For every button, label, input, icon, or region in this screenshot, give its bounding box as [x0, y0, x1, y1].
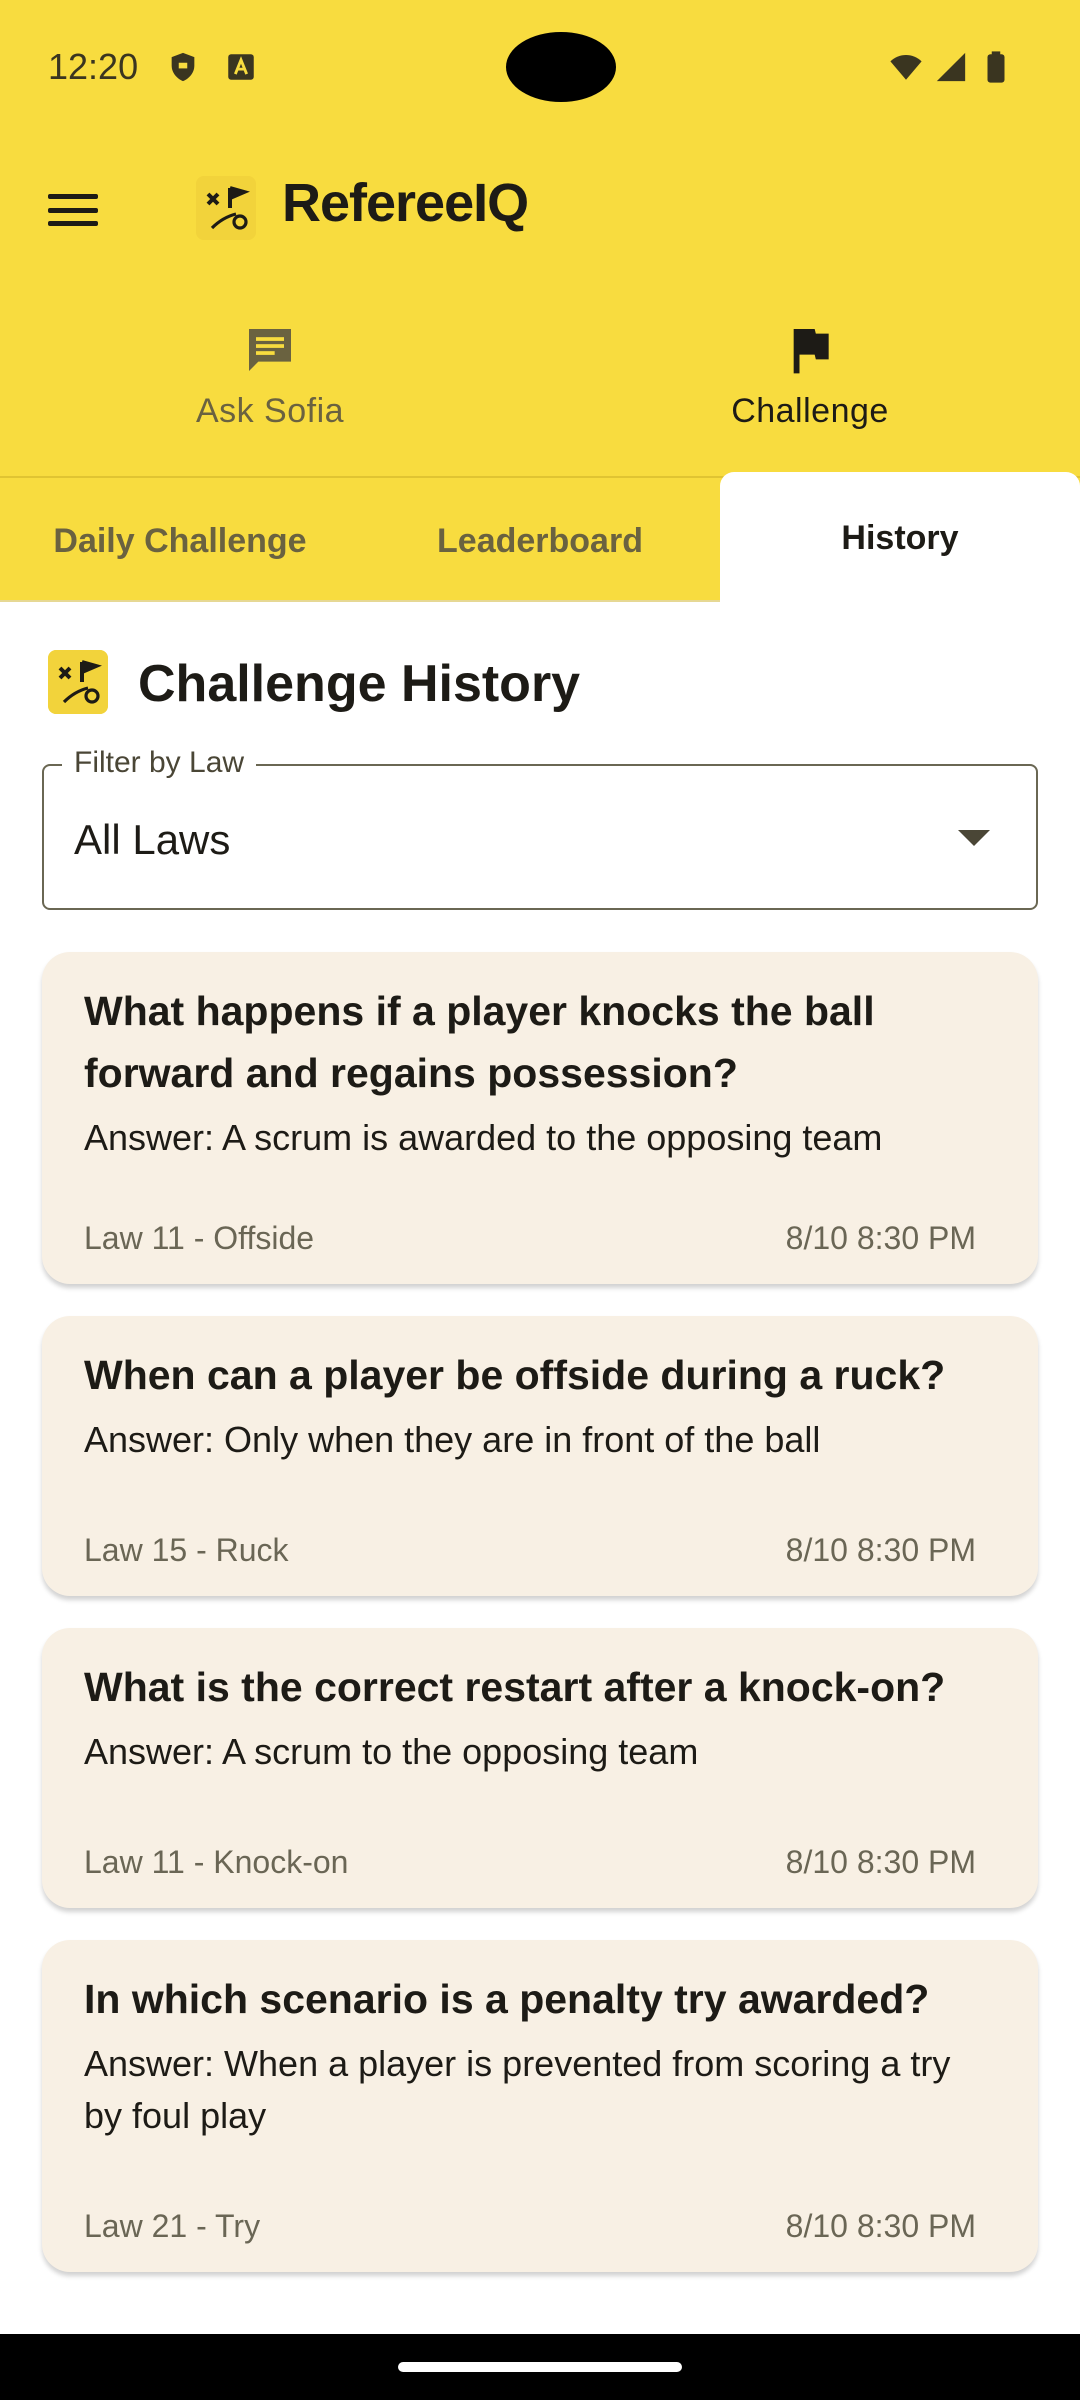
- card-law: Law 11 - Offside: [84, 1220, 315, 1256]
- tab-history[interactable]: History: [720, 472, 1080, 604]
- card-answer: Answer: When a player is prevented from …: [84, 2043, 951, 2136]
- card-meta: Law 15 - Ruck 8/10 8:30 PM: [84, 1532, 976, 1572]
- card-question: What is the correct restart after a knoc…: [84, 1664, 946, 1710]
- keyboard-a-icon: [228, 54, 254, 80]
- app-bar: RefereeIQ: [0, 150, 1080, 270]
- history-card[interactable]: What happens if a player knocks the ball…: [42, 952, 1038, 1284]
- card-law: Law 15 - Ruck: [84, 1532, 289, 1568]
- card-question: When can a player be offside during a ru…: [84, 1352, 946, 1398]
- battery-icon: [987, 51, 1005, 83]
- card-meta: Law 21 - Try 8/10 8:30 PM: [84, 2208, 976, 2248]
- card-date: 8/10 8:30 PM: [785, 1220, 976, 1256]
- sub-tabs: Daily Challenge Leaderboard History: [0, 472, 1080, 604]
- page-title: Challenge History: [138, 655, 581, 713]
- history-content: Challenge History Filter by Law All Laws…: [0, 602, 1080, 2334]
- top-navigation: Ask Sofia Challenge: [0, 310, 1080, 460]
- card-answer: Answer: Only when they are in front of t…: [84, 1419, 821, 1460]
- history-card[interactable]: In which scenario is a penalty try award…: [42, 1940, 1038, 2272]
- card-law: Law 21 - Try: [84, 2208, 261, 2244]
- flag-icon: [793, 329, 829, 374]
- app-title: RefereeIQ: [282, 173, 529, 233]
- card-meta: Law 11 - Offside 8/10 8:30 PM: [84, 1220, 976, 1260]
- card-law: Law 11 - Knock-on: [84, 1844, 349, 1880]
- home-gesture-handle[interactable]: [398, 2362, 682, 2372]
- card-question: In which scenario is a penalty try award…: [84, 1976, 930, 2022]
- card-meta: Law 11 - Knock-on 8/10 8:30 PM: [84, 1844, 976, 1884]
- dropdown-arrow-icon: [958, 830, 990, 846]
- shield-icon: [171, 52, 195, 82]
- history-card[interactable]: What is the correct restart after a knoc…: [42, 1628, 1038, 1908]
- app-header: 12:20 RefereeIQ Ask Sofia Challenge: [0, 0, 1080, 476]
- card-date: 8/10 8:30 PM: [785, 2208, 976, 2244]
- tab-leaderboard[interactable]: Leaderboard: [360, 478, 720, 604]
- card-answer: Answer: A scrum is awarded to the opposi…: [84, 1117, 883, 1158]
- filter-value: All Laws: [74, 816, 231, 863]
- nav-ask-sofia-label: Ask Sofia: [195, 392, 345, 430]
- history-card[interactable]: When can a player be offside during a ru…: [42, 1316, 1038, 1596]
- nav-challenge-label: Challenge: [731, 392, 889, 430]
- status-time: 12:20: [48, 46, 139, 87]
- filter-label: Filter by Law: [62, 746, 257, 780]
- whistle-flag-logo: [196, 176, 256, 240]
- card-question: What happens if a player knocks the ball…: [84, 988, 875, 1096]
- gesture-navigation-bar: [0, 2334, 1080, 2400]
- card-answer: Answer: A scrum to the opposing team: [84, 1731, 699, 1772]
- menu-icon[interactable]: [40, 180, 106, 240]
- nav-ask-sofia[interactable]: Ask Sofia: [0, 310, 540, 460]
- card-date: 8/10 8:30 PM: [785, 1532, 976, 1568]
- whistle-flag-logo: [48, 650, 108, 714]
- status-bar: 12:20: [0, 0, 1080, 136]
- law-filter-dropdown[interactable]: Filter by Law All Laws: [42, 746, 1038, 910]
- tab-daily-challenge[interactable]: Daily Challenge: [0, 478, 360, 604]
- signal-icon: [936, 52, 966, 82]
- card-date: 8/10 8:30 PM: [785, 1844, 976, 1880]
- camera-cutout: [506, 32, 616, 102]
- wifi-icon: [890, 54, 922, 80]
- chat-icon: [249, 329, 291, 371]
- nav-challenge[interactable]: Challenge: [540, 310, 1080, 460]
